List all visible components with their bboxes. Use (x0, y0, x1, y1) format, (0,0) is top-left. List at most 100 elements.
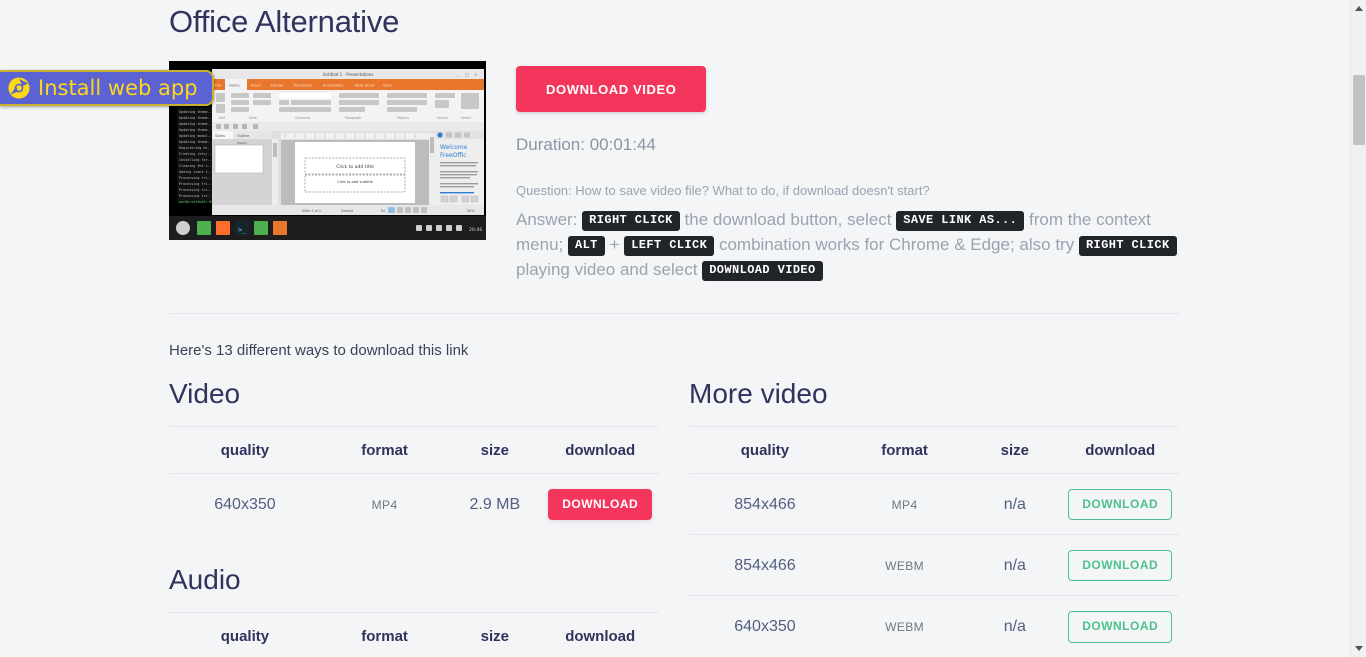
download-video-button[interactable]: DOWNLOAD VIDEO (516, 66, 707, 112)
download-button[interactable]: DOWNLOAD (1068, 489, 1173, 521)
faq-answer-part-2: the download button, select (684, 210, 892, 229)
right-column: More video quality format size download (689, 376, 1179, 657)
svg-text:Home: Home (229, 84, 240, 88)
cell-quality: 640x350 (169, 473, 321, 535)
svg-text:Character: Character (295, 116, 311, 120)
cell-format: MP4 (840, 472, 969, 535)
col-header-size: size (448, 612, 542, 657)
table-row: 854x466 WEBM n/a DOWNLOAD (689, 534, 1179, 596)
svg-text:View: View (383, 84, 392, 88)
faq-answer: Answer: RIGHT CLICK the download button,… (516, 207, 1180, 282)
kbd-left-click: LEFT CLICK (624, 236, 715, 257)
svg-text:Updating theme...: Updating theme... (179, 140, 214, 144)
download-button[interactable]: DOWNLOAD (1068, 611, 1173, 643)
svg-text:Objects: Objects (397, 116, 409, 120)
vertical-scrollbar[interactable] (1350, 0, 1366, 657)
section-divider (169, 313, 1180, 314)
scrollbar-thumb[interactable] (1353, 75, 1365, 145)
svg-text:File: File (215, 84, 222, 88)
scroll-down-arrow-icon[interactable] (1351, 640, 1366, 657)
faq-answer-part-4: combination works for Chrome & Edge; als… (718, 235, 1075, 254)
download-column: DOWNLOAD VIDEO Duration: 00:01:44 Questi… (516, 61, 1180, 282)
cell-format: MP4 (320, 473, 449, 535)
col-header-download: download (1061, 426, 1179, 474)
cell-quality: 854x466 (689, 472, 841, 535)
video-thumbnail[interactable]: Updating theme... Updating theme... Upda… (169, 61, 486, 240)
svg-text:Cleaning the c...: Cleaning the c... (179, 164, 214, 168)
kbd-save-link-as: SAVE LINK AS... (896, 211, 1025, 232)
audio-table: quality format size download (169, 612, 659, 657)
ways-count-text: Here's 13 different ways to download thi… (169, 342, 469, 359)
svg-text:Creating /etc/...: Creating /etc/... (179, 152, 214, 156)
kbd-download-video: DOWNLOAD VIDEO (702, 261, 823, 282)
cell-quality: 640x350 (689, 595, 841, 657)
svg-text:Transitions: Transitions (292, 84, 312, 88)
scroll-up-arrow-icon[interactable] (1351, 0, 1366, 17)
svg-text:Click to add title: Click to add title (336, 164, 374, 170)
thumbnail-image: Updating theme... Updating theme... Upda… (169, 61, 486, 240)
svg-text:FreeOffic: FreeOffic (440, 152, 467, 159)
cell-download: DOWNLOAD (1061, 595, 1179, 657)
col-header-size: size (968, 426, 1062, 474)
cell-size: n/a (968, 595, 1062, 657)
svg-text:50%: 50% (467, 209, 475, 213)
svg-text:Processing tri...: Processing tri... (179, 176, 214, 180)
svg-text:Animations: Animations (323, 84, 343, 88)
col-header-format: format (320, 426, 449, 474)
video-section-title: Video (169, 378, 241, 409)
svg-text:20:46: 20:46 (469, 227, 482, 233)
faq-question: Question: How to save video file? What t… (516, 183, 930, 198)
svg-text:Default: Default (341, 209, 354, 213)
download-button[interactable]: DOWNLOAD (1068, 550, 1173, 582)
svg-text:Master: Master (237, 141, 248, 145)
col-header-download: download (541, 612, 659, 657)
svg-text:>_: >_ (238, 226, 247, 234)
video-summary-row: Updating theme... Updating theme... Upda… (169, 61, 1180, 282)
svg-text:Installing for...: Installing for... (179, 158, 214, 162)
video-table-header-row: quality format size download (169, 426, 659, 474)
svg-text:Slides: Slides (215, 134, 225, 138)
col-header-size: size (448, 426, 542, 474)
col-header-format: format (840, 426, 969, 474)
kbd-right-click: RIGHT CLICK (582, 211, 680, 232)
col-header-download: download (541, 426, 659, 474)
svg-text:Updating theme...: Updating theme... (179, 110, 214, 114)
download-button[interactable]: DOWNLOAD (548, 489, 653, 521)
svg-text:□: □ (465, 72, 469, 77)
duration-label: Duration: 00:01:44 (516, 135, 656, 154)
audio-section-title: Audio (169, 564, 241, 596)
cell-quality: 854x466 (689, 534, 841, 596)
svg-text:Untitled 1 - Presentations: Untitled 1 - Presentations (323, 72, 374, 77)
install-web-app-badge[interactable]: Install web app (0, 70, 214, 106)
table-row: 640x350 MP4 2.9 MB DOWNLOAD (169, 473, 659, 535)
faq-answer-part-5: playing video and select (516, 260, 698, 279)
svg-text:Select: Select (461, 116, 472, 120)
audio-table-header-row: quality format size download (169, 612, 659, 657)
cell-format: WEBM (840, 534, 969, 596)
cell-download: DOWNLOAD (1061, 472, 1179, 535)
svg-text:Processing tri...: Processing tri... (179, 194, 214, 198)
svg-text:Outline: Outline (237, 134, 249, 138)
svg-text:Updating modul...: Updating modul... (179, 134, 214, 138)
faq-plus: + (609, 235, 620, 254)
svg-text:Edit: Edit (219, 116, 226, 120)
svg-text:Processing tri...: Processing tri... (179, 182, 214, 186)
svg-text:En: En (381, 209, 385, 213)
svg-text:Design: Design (271, 84, 283, 88)
col-header-quality: quality (689, 426, 841, 474)
col-header-quality: quality (169, 426, 321, 474)
more-video-table-header-row: quality format size download (689, 426, 1179, 474)
svg-text:Slide Show: Slide Show (355, 84, 375, 88)
col-header-quality: quality (169, 612, 321, 657)
svg-text:Adding icons t...: Adding icons t... (179, 170, 214, 174)
left-column: Video quality format size download 640x3… (169, 376, 659, 657)
cell-format: WEBM (840, 595, 969, 657)
cell-size: 2.9 MB (448, 473, 542, 535)
kbd-right-click-2: RIGHT CLICK (1078, 236, 1177, 257)
table-row: 854x466 MP4 n/a DOWNLOAD (689, 472, 1179, 535)
svg-text:Updating theme...: Updating theme... (179, 122, 214, 126)
install-web-app-label: Install web app (38, 75, 198, 100)
col-header-format: format (320, 612, 449, 657)
svg-text:Insert: Insert (251, 84, 262, 88)
page-title: Office Alternative (169, 4, 400, 39)
